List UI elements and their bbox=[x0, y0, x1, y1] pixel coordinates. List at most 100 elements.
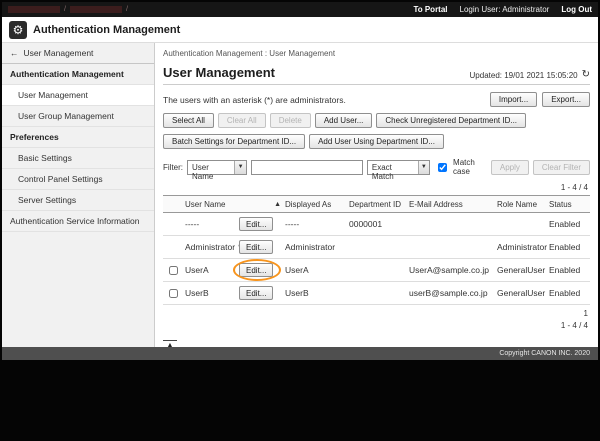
sidebar-item-basic-settings[interactable]: Basic Settings bbox=[2, 148, 154, 169]
login-user-label: Login User: Administrator bbox=[460, 5, 550, 14]
header-user-name[interactable]: User Name bbox=[183, 200, 239, 209]
chevron-down-icon: ▼ bbox=[234, 161, 245, 174]
table-header-row: User Name ▲ Displayed As Department ID E… bbox=[163, 196, 590, 213]
sidebar-section-preferences: Preferences bbox=[2, 127, 154, 148]
sidebar-item-server-settings[interactable]: Server Settings bbox=[2, 190, 154, 211]
pagination-top: 1 - 4 / 4 bbox=[163, 183, 590, 192]
refresh-icon[interactable]: ↻ bbox=[582, 70, 590, 80]
separator: / bbox=[64, 6, 66, 13]
header-displayed-as: Displayed As bbox=[285, 200, 349, 209]
sidebar-item-control-panel-settings[interactable]: Control Panel Settings bbox=[2, 169, 154, 190]
edit-button[interactable]: Edit... bbox=[239, 286, 273, 300]
action-button-row-1: Select All Clear All Delete Add User... … bbox=[163, 113, 590, 128]
table-row: UserA Edit... UserA UserA@sample.co.jp G… bbox=[163, 259, 590, 282]
admin-note: The users with an asterisk (*) are admin… bbox=[163, 95, 346, 105]
cell-edit: Edit... bbox=[239, 240, 285, 254]
cell-status: Enabled bbox=[549, 242, 589, 252]
batch-settings-department-id-button[interactable]: Batch Settings for Department ID... bbox=[163, 134, 305, 149]
clear-all-button[interactable]: Clear All bbox=[218, 113, 266, 128]
cell-role-name: Administrator bbox=[497, 242, 549, 252]
browser-window: / / To Portal Login User: Administrator … bbox=[2, 2, 598, 360]
top-bar-links: To Portal Login User: Administrator Log … bbox=[413, 5, 592, 14]
cell-edit: Edit... bbox=[239, 286, 285, 300]
log-out-link[interactable]: Log Out bbox=[561, 5, 592, 14]
filter-match-selected-value: Exact Match bbox=[368, 161, 418, 174]
row-checkbox[interactable] bbox=[169, 266, 178, 275]
sort-ascending-icon[interactable]: ▲ bbox=[274, 201, 285, 208]
page-title: User Management bbox=[163, 65, 275, 80]
header-email-address: E-Mail Address bbox=[409, 200, 497, 209]
filter-query-input[interactable] bbox=[251, 160, 363, 175]
clear-filter-button[interactable]: Clear Filter bbox=[533, 160, 590, 175]
cell-email: userB@sample.co.jp bbox=[409, 288, 497, 298]
sidebar: ← User Management Authentication Managem… bbox=[2, 43, 155, 347]
cell-user-name: UserA bbox=[183, 265, 239, 275]
main-content: Authentication Management : User Managem… bbox=[155, 43, 598, 347]
cell-email: UserA@sample.co.jp bbox=[409, 265, 497, 275]
cell-displayed-as: UserB bbox=[285, 288, 349, 298]
sidebar-item-user-management[interactable]: User Management bbox=[2, 85, 154, 106]
footer-bar: Copyright CANON INC. 2020 bbox=[2, 347, 598, 360]
cell-status: Enabled bbox=[549, 219, 589, 229]
match-case-checkbox[interactable] bbox=[438, 163, 447, 172]
sidebar-section-authentication-management[interactable]: Authentication Management bbox=[2, 64, 154, 85]
note-row: The users with an asterisk (*) are admin… bbox=[163, 92, 590, 107]
filter-field-selected-value: User Name bbox=[188, 161, 234, 174]
app-title: Authentication Management bbox=[33, 24, 180, 36]
export-button[interactable]: Export... bbox=[542, 92, 590, 107]
redacted-device-name bbox=[8, 6, 60, 13]
copyright-text: Copyright CANON INC. 2020 bbox=[499, 350, 590, 357]
header-edit-cell: ▲ bbox=[239, 201, 285, 208]
sidebar-item-user-group-management[interactable]: User Group Management bbox=[2, 106, 154, 127]
cell-displayed-as: UserA bbox=[285, 265, 349, 275]
row-checkbox-cell bbox=[163, 289, 183, 298]
cell-user-name: ----- bbox=[183, 219, 239, 229]
apply-button[interactable]: Apply bbox=[491, 160, 529, 175]
delete-button[interactable]: Delete bbox=[270, 113, 311, 128]
filter-row: Filter: User Name ▼ Exact Match ▼ Match … bbox=[163, 158, 590, 176]
select-all-button[interactable]: Select All bbox=[163, 113, 214, 128]
pagination-bottom: 1 1 - 4 / 4 bbox=[163, 308, 590, 332]
updated-timestamp-wrap: Updated: 19/01 2021 15:05:20 ↻ bbox=[470, 70, 590, 80]
cell-status: Enabled bbox=[549, 288, 589, 298]
cell-displayed-as: ----- bbox=[285, 219, 349, 229]
add-user-using-department-id-button[interactable]: Add User Using Department ID... bbox=[309, 134, 444, 149]
screen: / / To Portal Login User: Administrator … bbox=[0, 0, 600, 441]
separator: / bbox=[126, 6, 128, 13]
breadcrumb: Authentication Management : User Managem… bbox=[163, 49, 590, 58]
header-role-name: Role Name bbox=[497, 200, 549, 209]
chevron-down-icon: ▼ bbox=[418, 161, 429, 174]
redacted-device-name bbox=[70, 6, 122, 13]
user-table: User Name ▲ Displayed As Department ID E… bbox=[163, 195, 590, 305]
row-checkbox[interactable] bbox=[169, 289, 178, 298]
row-checkbox-cell bbox=[163, 266, 183, 275]
cell-edit: Edit... bbox=[239, 263, 285, 277]
edit-button[interactable]: Edit... bbox=[239, 240, 273, 254]
filter-match-select[interactable]: Exact Match ▼ bbox=[367, 160, 430, 175]
to-portal-link[interactable]: To Portal bbox=[413, 5, 447, 14]
sidebar-item-authentication-service-information[interactable]: Authentication Service Information bbox=[2, 211, 154, 232]
add-user-button[interactable]: Add User... bbox=[315, 113, 373, 128]
sidebar-back-user-management[interactable]: ← User Management bbox=[2, 43, 154, 64]
edit-button[interactable]: Edit... bbox=[239, 217, 273, 231]
filter-field-select[interactable]: User Name ▼ bbox=[187, 160, 247, 175]
check-unregistered-department-id-button[interactable]: Check Unregistered Department ID... bbox=[376, 113, 526, 128]
import-button[interactable]: Import... bbox=[490, 92, 537, 107]
header-department-id: Department ID bbox=[349, 200, 409, 209]
table-row: ----- Edit... ----- 0000001 Enabled bbox=[163, 213, 590, 236]
cell-role-name: GeneralUser bbox=[497, 288, 549, 298]
title-row: User Management Updated: 19/01 2021 15:0… bbox=[163, 65, 590, 85]
gear-icon: ⚙ bbox=[9, 21, 27, 39]
app-header: ⚙ Authentication Management bbox=[2, 17, 598, 43]
edit-button[interactable]: Edit... bbox=[239, 263, 273, 277]
top-bar: / / To Portal Login User: Administrator … bbox=[2, 2, 598, 17]
table-row: UserB Edit... UserB userB@sample.co.jp G… bbox=[163, 282, 590, 305]
pagination-range: 1 - 4 / 4 bbox=[561, 320, 588, 332]
pagination-page-number: 1 bbox=[584, 308, 588, 320]
filter-label: Filter: bbox=[163, 163, 183, 172]
cell-user-name: Administrator* bbox=[183, 242, 239, 252]
cell-displayed-as: Administrator bbox=[285, 242, 349, 252]
cell-department-id: 0000001 bbox=[349, 219, 409, 229]
updated-timestamp: Updated: 19/01 2021 15:05:20 bbox=[470, 71, 578, 80]
cell-status: Enabled bbox=[549, 265, 589, 275]
